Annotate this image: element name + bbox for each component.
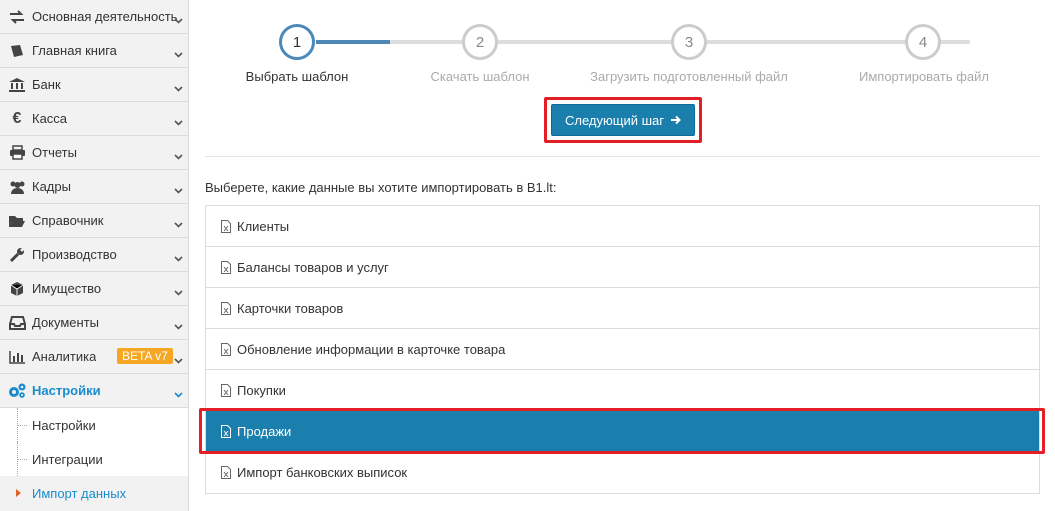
- sidebar-item-label: Главная книга: [32, 43, 117, 58]
- sidebar-item-assets[interactable]: Имущество: [0, 272, 188, 306]
- list-item[interactable]: Карточки товаров: [206, 288, 1039, 329]
- sidebar-item-production[interactable]: Производство: [0, 238, 188, 272]
- list-item[interactable]: Импорт банковских выписок: [206, 452, 1039, 493]
- sidebar-item-bank[interactable]: Банк: [0, 68, 188, 102]
- sidebar-item-label: Производство: [32, 247, 117, 262]
- bank-icon: [6, 77, 28, 92]
- list-item-label: Балансы товаров и услуг: [237, 259, 389, 275]
- chevron-down-icon: [174, 318, 183, 333]
- sidebar-item-label: Касса: [32, 111, 68, 126]
- step-2-circle: 2: [462, 24, 498, 60]
- tree-line: [17, 425, 27, 426]
- excel-file-icon: [221, 301, 231, 315]
- sidebar-item-general-ledger[interactable]: Главная книга: [0, 34, 188, 68]
- sidebar-item-label: Основная деятельность: [32, 9, 178, 24]
- sidebar-item-main-activity[interactable]: Основная деятельность: [0, 0, 188, 34]
- next-step-highlight: Следующий шаг: [544, 97, 702, 143]
- sidebar-item-documents[interactable]: Документы: [0, 306, 188, 340]
- chevron-down-icon: [174, 216, 183, 231]
- users-icon: [6, 180, 28, 194]
- list-item-label: Импорт банковских выписок: [237, 465, 408, 480]
- chevron-down-icon: [174, 148, 183, 163]
- list-item-label: Обновление информации в карточке товара: [237, 341, 506, 357]
- sidebar-subitem-settings[interactable]: Настройки: [0, 408, 188, 442]
- sidebar-subitem-data-import[interactable]: Импорт данных: [0, 476, 188, 510]
- chevron-down-icon: [174, 386, 183, 401]
- import-wizard-steps: 1 2 3 4 Выбрать шаблон Скачать шаблон За…: [190, 0, 1055, 160]
- euro-icon: €: [12, 109, 22, 127]
- import-options-list: Клиенты Балансы товаров и услуг Карточки…: [205, 205, 1040, 494]
- sidebar: Основная деятельность Главная книга Банк…: [0, 0, 189, 511]
- exchange-icon: [6, 9, 28, 24]
- list-item-label: Карточки товаров: [237, 300, 344, 316]
- step-4-label: Импортировать файл: [859, 69, 989, 84]
- step-4-circle: 4: [905, 24, 941, 60]
- sidebar-item-label: Настройки: [32, 383, 101, 398]
- wrench-icon: [6, 247, 28, 263]
- chevron-down-icon: [174, 182, 183, 197]
- cogs-icon: [6, 383, 28, 399]
- next-step-button[interactable]: Следующий шаг: [551, 104, 695, 136]
- excel-file-icon: [221, 383, 231, 397]
- list-item[interactable]: Балансы товаров и услуг: [206, 247, 1039, 288]
- step-3-circle: 3: [671, 24, 707, 60]
- sidebar-item-label: Банк: [32, 77, 61, 92]
- current-marker-icon: [16, 489, 21, 497]
- chevron-down-icon: [174, 352, 183, 367]
- sidebar-subitem-label: Настройки: [32, 417, 96, 433]
- tree-line: [17, 459, 27, 460]
- sidebar-item-directory[interactable]: Справочник: [0, 204, 188, 238]
- main-content: 1 2 3 4 Выбрать шаблон Скачать шаблон За…: [190, 0, 1055, 511]
- sidebar-item-label: Документы: [32, 315, 100, 330]
- step-progress-line: [316, 40, 390, 44]
- printer-icon: [6, 145, 28, 160]
- list-item[interactable]: Клиенты: [206, 206, 1039, 247]
- excel-file-icon: [221, 466, 231, 479]
- next-step-label: Следующий шаг: [565, 112, 664, 128]
- list-item-selected[interactable]: Продажи: [206, 411, 1039, 452]
- sidebar-item-label: Отчеты: [32, 145, 77, 160]
- sidebar-subitem-label: Интеграции: [32, 451, 103, 467]
- bar-chart-icon: [6, 350, 28, 364]
- sidebar-item-label: Аналитика: [32, 349, 97, 364]
- chevron-down-icon: [174, 12, 183, 27]
- list-item[interactable]: Покупки: [206, 370, 1039, 411]
- step-1-circle: 1: [279, 24, 315, 60]
- divider: [205, 156, 1040, 157]
- arrow-right-icon: [670, 113, 681, 128]
- chevron-down-icon: [174, 46, 183, 61]
- sidebar-item-reports[interactable]: Отчеты: [0, 136, 188, 170]
- import-prompt: Выберете, какие данные вы хотите импорти…: [205, 180, 557, 195]
- list-item-label: Клиенты: [237, 218, 290, 234]
- excel-file-icon: [221, 260, 231, 274]
- step-3-label: Загрузить подготовленный файл: [590, 69, 788, 84]
- list-item-label: Продажи: [237, 423, 292, 439]
- sidebar-subitem-integrations[interactable]: Интеграции: [0, 442, 188, 476]
- chevron-down-icon: [174, 114, 183, 129]
- sidebar-subitem-label: Импорт данных: [32, 485, 127, 501]
- chevron-down-icon: [174, 284, 183, 299]
- sidebar-item-label: Кадры: [32, 179, 71, 194]
- sidebar-item-hr[interactable]: Кадры: [0, 170, 188, 204]
- chevron-down-icon: [174, 250, 183, 265]
- cube-icon: [6, 281, 28, 297]
- beta-badge: BETA v7: [117, 348, 173, 364]
- step-2-label: Скачать шаблон: [430, 69, 530, 84]
- sidebar-item-settings[interactable]: Настройки: [0, 374, 188, 408]
- list-item[interactable]: Обновление информации в карточке товара: [206, 329, 1039, 370]
- book-icon: [6, 44, 28, 58]
- chevron-down-icon: [174, 80, 183, 95]
- list-item-label: Покупки: [237, 382, 286, 398]
- sidebar-item-analytics[interactable]: Аналитика BETA v7: [0, 340, 188, 374]
- excel-file-icon: [221, 219, 231, 233]
- sidebar-item-label: Имущество: [32, 281, 102, 296]
- excel-file-icon: [221, 424, 231, 438]
- sidebar-item-label: Справочник: [32, 213, 104, 228]
- sidebar-item-cash[interactable]: € Касса: [0, 102, 188, 136]
- inbox-icon: [6, 315, 28, 330]
- excel-file-icon: [221, 342, 231, 356]
- step-1-label: Выбрать шаблон: [245, 69, 349, 84]
- folder-open-icon: [6, 214, 28, 228]
